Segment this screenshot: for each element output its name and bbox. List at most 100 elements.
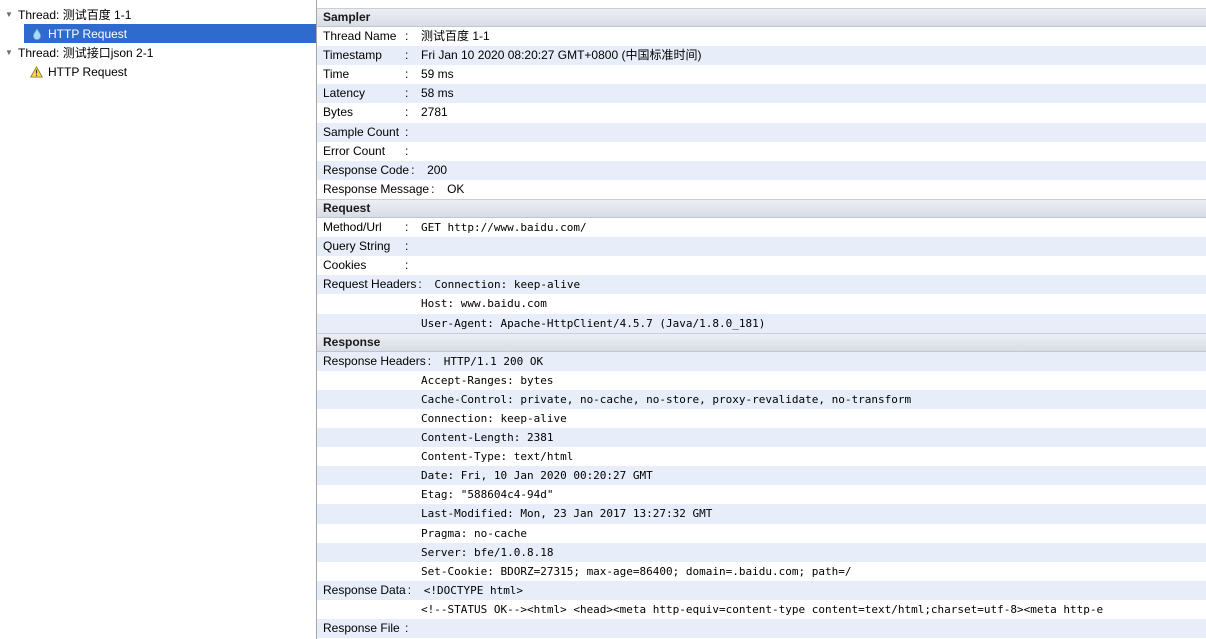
field-value: 59 ms bbox=[421, 67, 454, 82]
field-row: Method/Url: GET http://www.baidu.com/ bbox=[317, 218, 1206, 237]
field-separator: : bbox=[405, 29, 409, 44]
field-value: HTTP/1.1 200 OK bbox=[443, 354, 544, 368]
field-row: Response Code:200 bbox=[317, 160, 1206, 180]
field-row: Server: bfe/1.0.8.18 bbox=[317, 542, 1206, 562]
field-separator: : bbox=[427, 353, 432, 368]
tree-node-label: Thread: 测试百度 1-1 bbox=[18, 8, 132, 22]
field-label: Bytes bbox=[323, 105, 354, 120]
field-row: Response File: bbox=[317, 619, 1206, 639]
jmeter-results-window: ▼ Thread: 测试百度 1-1 HTTP Request ▼ Thread: 测试… bbox=[0, 0, 1206, 639]
disclosure-triangle-icon[interactable]: ▼ bbox=[5, 10, 17, 19]
field-value: Date: Fri, 10 Jan 2020 00:20:27 GMT bbox=[421, 469, 653, 483]
field-separator: : bbox=[405, 258, 409, 273]
field-label: Query String bbox=[323, 239, 391, 254]
tree-node-http-request[interactable]: HTTP Request bbox=[0, 62, 316, 81]
disclosure-triangle-icon[interactable]: ▼ bbox=[5, 48, 17, 57]
field-row: Content-Type: text/html bbox=[317, 447, 1206, 466]
field-row: Timestamp: Fri Jan 10 2020 08:20:27 GMT+0… bbox=[317, 46, 1206, 66]
field-row: Pragma: no-cache bbox=[317, 524, 1206, 543]
field-row: Response Message: OK bbox=[317, 180, 1206, 199]
field-separator: : bbox=[405, 67, 409, 82]
field-row: Time:59 ms bbox=[317, 65, 1206, 84]
field-row: Error Count: bbox=[317, 142, 1206, 161]
field-label: Method/Url bbox=[323, 220, 382, 235]
field-label: Cookies bbox=[323, 258, 367, 273]
field-value: Set-Cookie: BDORZ=27315; max-age=86400; … bbox=[421, 564, 852, 578]
section-header: Request bbox=[317, 198, 1206, 219]
field-value: Pragma: no-cache bbox=[421, 526, 527, 540]
field-separator: : bbox=[431, 181, 435, 196]
field-value: <!--STATUS OK--><html> <head><meta http-… bbox=[421, 602, 1104, 616]
field-label: Time bbox=[323, 67, 350, 82]
field-separator: : bbox=[407, 582, 412, 597]
field-label: Thread Name bbox=[323, 29, 397, 44]
http-request-icon bbox=[29, 27, 44, 40]
field-label: Sample Count bbox=[323, 124, 400, 139]
field-value: User-Agent: Apache-HttpClient/4.5.7 (Jav… bbox=[421, 316, 766, 330]
field-value: Connection: keep-alive bbox=[421, 411, 567, 425]
field-separator: : bbox=[405, 105, 409, 120]
field-row: Cache-Control: private, no-cache, no-sto… bbox=[317, 389, 1206, 409]
tree-node-label: Thread: 测试接口json 2-1 bbox=[18, 46, 154, 60]
tree-node-thread[interactable]: ▼ Thread: 测试百度 1-1 bbox=[0, 5, 316, 24]
field-row: Request Headers: Connection: keep-alive bbox=[317, 275, 1206, 295]
field-separator: : bbox=[418, 277, 422, 292]
warning-icon bbox=[29, 65, 44, 78]
field-value: Host: www.baidu.com bbox=[421, 297, 547, 311]
field-label: Response Message bbox=[323, 181, 430, 196]
field-value: OK bbox=[447, 181, 465, 196]
field-label: Error Count bbox=[323, 143, 386, 158]
tree-node-http-request[interactable]: HTTP Request bbox=[24, 24, 316, 43]
results-tree: ▼ Thread: 测试百度 1-1 HTTP Request ▼ Thread: 测试… bbox=[0, 0, 317, 639]
field-value: Connection: keep-alive bbox=[434, 278, 581, 292]
field-separator: : bbox=[405, 48, 409, 63]
field-label: Response Code bbox=[323, 162, 410, 177]
field-value: GET http://www.baidu.com/ bbox=[421, 221, 587, 235]
field-row: Sample Count: bbox=[317, 122, 1206, 142]
tree-node-label: HTTP Request bbox=[48, 26, 128, 41]
field-row: Response Headers: HTTP/1.1 200 OK bbox=[317, 351, 1206, 371]
field-label: Timestamp bbox=[323, 48, 382, 63]
field-label: Response Data bbox=[323, 582, 406, 597]
field-label: Response Headers bbox=[323, 353, 426, 368]
field-row: Latency:58 ms bbox=[317, 84, 1206, 104]
field-row: Host: www.baidu.com bbox=[317, 294, 1206, 313]
field-value: Last-Modified: Mon, 23 Jan 2017 13:27:32… bbox=[421, 507, 713, 521]
field-value: Content-Type: text/html bbox=[421, 450, 574, 464]
field-value: Content-Length: 2381 bbox=[421, 431, 554, 445]
field-label: Request Headers bbox=[323, 277, 417, 292]
field-row: Content-Length: 2381 bbox=[317, 428, 1206, 448]
field-value: 58 ms bbox=[421, 86, 454, 101]
field-separator: : bbox=[405, 621, 409, 635]
field-row: Date: Fri, 10 Jan 2020 00:20:27 GMT bbox=[317, 466, 1206, 486]
field-value: Cache-Control: private, no-cache, no-sto… bbox=[421, 392, 912, 406]
tree-node-label: HTTP Request bbox=[48, 64, 128, 79]
section-header: Sampler bbox=[317, 8, 1206, 28]
sampler-result-panel: Sampler Thread Name: 测试百度 1-1 Timestamp: Fri… bbox=[317, 0, 1206, 639]
field-row: Thread Name: 测试百度 1-1 bbox=[317, 27, 1206, 46]
field-row: Bytes:2781 bbox=[317, 103, 1206, 122]
tree-node-thread[interactable]: ▼ Thread: 测试接口json 2-1 bbox=[0, 43, 316, 62]
field-row: Response Data: <!DOCTYPE html> bbox=[317, 580, 1206, 600]
field-value: 2781 bbox=[421, 105, 448, 120]
field-value: Server: bfe/1.0.8.18 bbox=[421, 545, 554, 559]
field-row: Query String: bbox=[317, 237, 1206, 257]
field-separator: : bbox=[405, 124, 409, 139]
section-header: Response bbox=[317, 332, 1206, 352]
field-row: Etag: "588604c4-94d" bbox=[317, 485, 1206, 504]
field-separator: : bbox=[405, 86, 409, 101]
field-row: Connection: keep-alive bbox=[317, 409, 1206, 428]
field-row: Last-Modified: Mon, 23 Jan 2017 13:27:32… bbox=[317, 504, 1206, 524]
field-separator: : bbox=[405, 143, 409, 158]
field-value: Fri Jan 10 2020 08:20:27 GMT+0800 (中国标准时… bbox=[421, 48, 702, 63]
field-value: Etag: "588604c4-94d" bbox=[421, 488, 554, 502]
field-separator: : bbox=[405, 239, 409, 254]
field-row: User-Agent: Apache-HttpClient/4.5.7 (Jav… bbox=[317, 313, 1206, 333]
field-value: 测试百度 1-1 bbox=[421, 29, 490, 44]
field-row: Set-Cookie: BDORZ=27315; max-age=86400; … bbox=[317, 562, 1206, 581]
field-separator: : bbox=[411, 162, 415, 177]
field-label: Latency bbox=[323, 86, 366, 101]
field-value: 200 bbox=[427, 162, 448, 177]
field-label: Response File bbox=[323, 621, 400, 635]
field-row: Cookies: bbox=[317, 256, 1206, 275]
